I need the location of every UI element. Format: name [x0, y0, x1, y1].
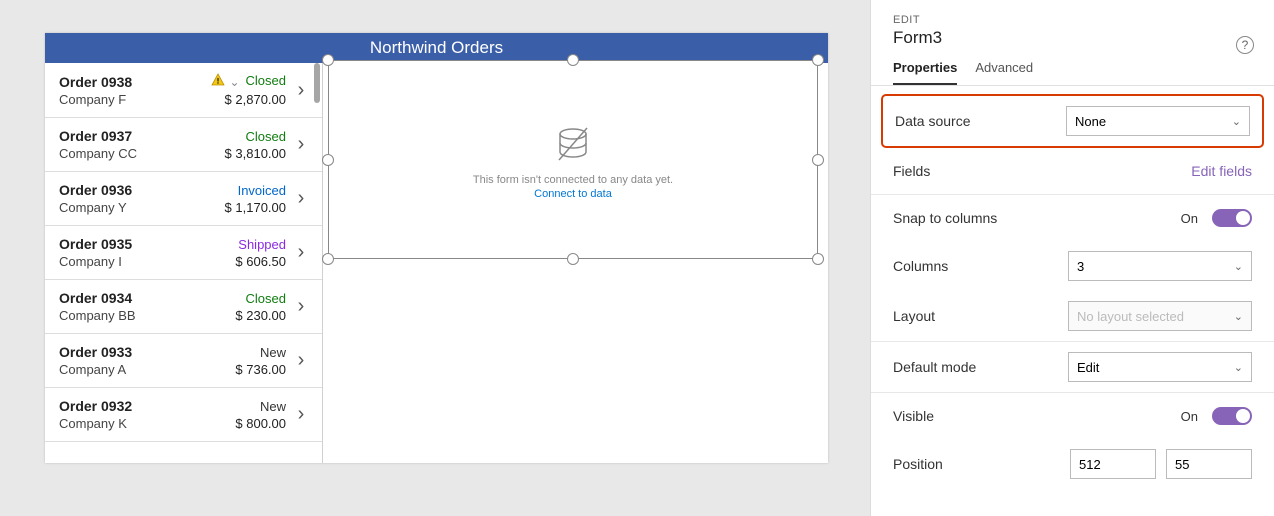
order-company: Company Y — [59, 200, 202, 215]
form-pane: This form isn't connected to any data ye… — [323, 63, 828, 463]
tab-properties[interactable]: Properties — [893, 60, 957, 85]
list-item[interactable]: Order 0934 Company BBClosed $ 230.00 › — [45, 280, 322, 334]
order-status: Closed — [202, 291, 286, 306]
order-company: Company K — [59, 416, 202, 431]
order-status: Closed — [202, 129, 286, 144]
list-item[interactable]: Order 0932 Company KNew $ 800.00 › — [45, 388, 322, 442]
database-icon — [549, 120, 597, 168]
order-status: ⌄Closed — [202, 73, 286, 90]
columns-label: Columns — [893, 258, 1068, 274]
default-mode-label: Default mode — [893, 359, 1068, 375]
order-company: Company BB — [59, 308, 202, 323]
order-company: Company I — [59, 254, 202, 269]
list-item[interactable]: Order 0935 Company IShipped $ 606.50 › — [45, 226, 322, 280]
order-amount: $ 800.00 — [202, 416, 286, 431]
snap-label: Snap to columns — [893, 210, 1181, 226]
connect-to-data-link[interactable]: Connect to data — [534, 188, 612, 200]
order-status: New — [202, 345, 286, 360]
position-y-input[interactable] — [1166, 449, 1252, 479]
order-amount: $ 1,170.00 — [202, 200, 286, 215]
order-amount: $ 3,810.00 — [202, 146, 286, 161]
resize-handle[interactable] — [322, 54, 334, 66]
chevron-down-icon: ⌄ — [1234, 361, 1243, 374]
order-id: Order 0933 — [59, 344, 202, 360]
chevron-down-icon: ⌄ — [1232, 115, 1241, 128]
help-icon[interactable]: ? — [1236, 36, 1254, 54]
list-item[interactable]: Order 0933 Company ANew $ 736.00 › — [45, 334, 322, 388]
list-item[interactable]: Order 0936 Company YInvoiced $ 1,170.00 › — [45, 172, 322, 226]
canvas-area: Northwind Orders Order 0938Company F⌄Clo… — [0, 0, 870, 516]
resize-handle[interactable] — [322, 253, 334, 265]
order-company: Company A — [59, 362, 202, 377]
chevron-down-icon: ⌄ — [229, 75, 239, 89]
visible-toggle[interactable] — [1212, 407, 1252, 425]
layout-label: Layout — [893, 308, 1068, 324]
order-id: Order 0932 — [59, 398, 202, 414]
position-x-input[interactable] — [1070, 449, 1156, 479]
order-status: New — [202, 399, 286, 414]
order-id: Order 0935 — [59, 236, 202, 252]
order-status: Invoiced — [202, 183, 286, 198]
snap-value: On — [1181, 211, 1198, 226]
order-amount: $ 2,870.00 — [202, 92, 286, 107]
order-company: Company F — [59, 92, 202, 107]
order-id: Order 0936 — [59, 182, 202, 198]
resize-handle[interactable] — [567, 253, 579, 265]
order-list: Order 0938Company F⌄Closed$ 2,870.00›Ord… — [45, 63, 323, 463]
warning-icon — [211, 73, 225, 90]
data-source-dropdown[interactable]: None ⌄ — [1066, 106, 1250, 136]
list-item[interactable]: Order 0937 Company CCClosed $ 3,810.00 › — [45, 118, 322, 172]
default-mode-dropdown[interactable]: Edit ⌄ — [1068, 352, 1252, 382]
chevron-right-icon[interactable]: › — [292, 133, 310, 156]
layout-dropdown[interactable]: No layout selected ⌄ — [1068, 301, 1252, 331]
chevron-right-icon[interactable]: › — [292, 241, 310, 264]
scrollbar[interactable] — [314, 63, 320, 103]
properties-panel: EDIT Form3 ? Properties Advanced Data so… — [870, 0, 1274, 516]
data-source-label: Data source — [895, 113, 1066, 129]
order-id: Order 0937 — [59, 128, 202, 144]
chevron-right-icon[interactable]: › — [292, 79, 310, 102]
app-preview: Northwind Orders Order 0938Company F⌄Clo… — [45, 33, 828, 463]
order-company: Company CC — [59, 146, 202, 161]
empty-form-message: This form isn't connected to any data ye… — [473, 174, 673, 186]
edit-fields-link[interactable]: Edit fields — [1191, 163, 1252, 179]
order-id: Order 0934 — [59, 290, 202, 306]
app-title: Northwind Orders — [45, 33, 828, 63]
visible-value: On — [1181, 409, 1198, 424]
edit-label: EDIT — [893, 14, 1252, 26]
resize-handle[interactable] — [567, 54, 579, 66]
chevron-right-icon[interactable]: › — [292, 403, 310, 426]
columns-dropdown[interactable]: 3 ⌄ — [1068, 251, 1252, 281]
resize-handle[interactable] — [812, 253, 824, 265]
order-id: Order 0938 — [59, 74, 202, 90]
resize-handle[interactable] — [812, 54, 824, 66]
order-amount: $ 230.00 — [202, 308, 286, 323]
order-amount: $ 606.50 — [202, 254, 286, 269]
control-name: Form3 — [893, 28, 1252, 48]
order-amount: $ 736.00 — [202, 362, 286, 377]
list-item[interactable]: Order 0938 Company F⌄Closed $ 2,870.00 › — [45, 63, 322, 118]
chevron-right-icon[interactable]: › — [292, 295, 310, 318]
chevron-right-icon[interactable]: › — [292, 349, 310, 372]
order-status: Shipped — [202, 237, 286, 252]
position-label: Position — [893, 456, 1070, 472]
fields-label: Fields — [893, 163, 1191, 179]
visible-label: Visible — [893, 408, 1181, 424]
resize-handle[interactable] — [322, 154, 334, 166]
form3-control[interactable]: This form isn't connected to any data ye… — [328, 60, 818, 259]
chevron-down-icon: ⌄ — [1234, 260, 1243, 273]
snap-toggle[interactable] — [1212, 209, 1252, 227]
tab-advanced[interactable]: Advanced — [975, 60, 1033, 85]
chevron-down-icon: ⌄ — [1234, 310, 1243, 323]
resize-handle[interactable] — [812, 154, 824, 166]
chevron-right-icon[interactable]: › — [292, 187, 310, 210]
